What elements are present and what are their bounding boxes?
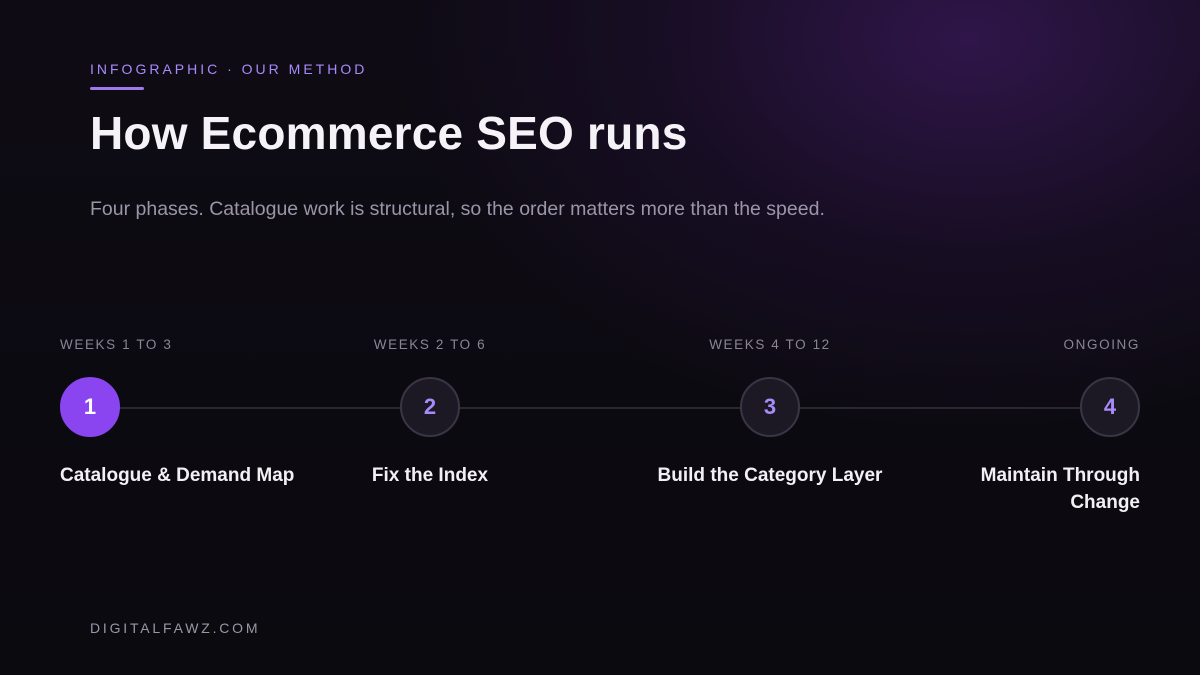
- phase-4-circle: 4: [1080, 377, 1140, 437]
- phase-4-weeks: ONGOING: [1063, 337, 1140, 352]
- phase-3-label: Build the Category Layer: [657, 465, 883, 486]
- eyebrow-label: INFOGRAPHIC · OUR METHOD: [90, 61, 368, 77]
- phase-2-circle: 2: [400, 377, 460, 437]
- eyebrow-underline: [90, 87, 144, 90]
- phase-1-label: Catalogue & Demand Map: [60, 465, 295, 486]
- phase-4-label: Maintain Through Change: [980, 465, 1140, 513]
- phase-2-weeks: WEEKS 2 TO 6: [373, 337, 487, 352]
- phase-3-weeks: WEEKS 4 TO 12: [709, 337, 831, 352]
- phase-2-label: Fix the Index: [371, 465, 489, 486]
- phase-1-weeks: WEEKS 1 TO 3: [60, 337, 173, 352]
- page-title: How Ecommerce SEO runs: [90, 107, 688, 159]
- page-subtitle: Four phases. Catalogue work is structura…: [90, 198, 825, 220]
- phase-3-circle: 3: [740, 377, 800, 437]
- phase-1-circle: 1: [60, 377, 120, 437]
- timeline-connector-line: [90, 407, 1110, 409]
- footer-brand: DIGITALFAWZ.COM: [90, 620, 261, 636]
